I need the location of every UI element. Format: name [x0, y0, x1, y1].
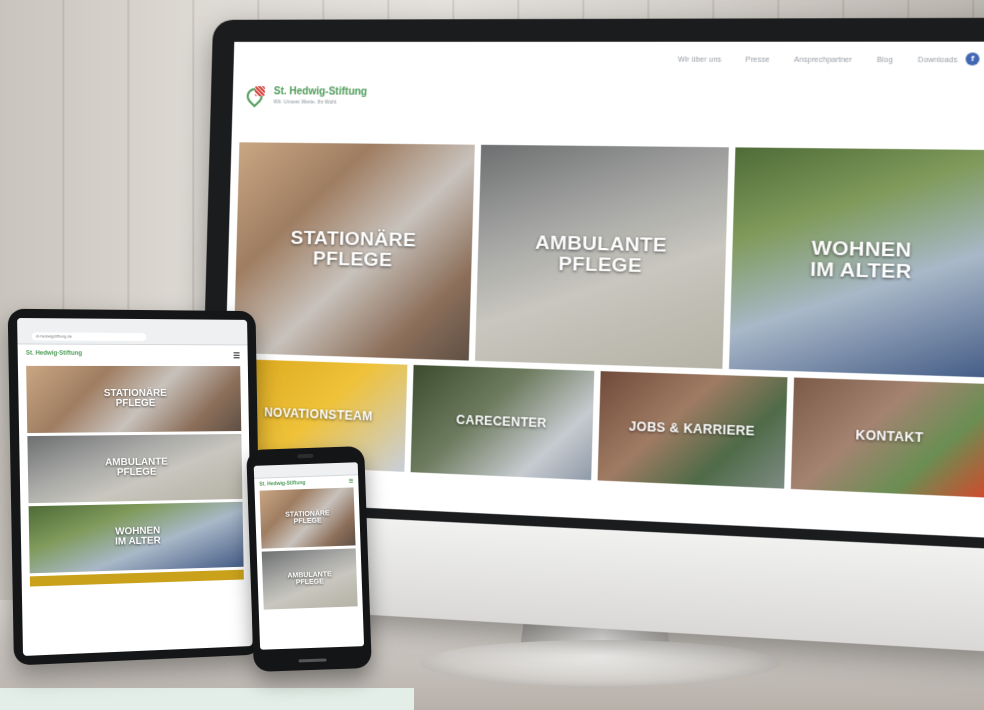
- tile-label: STATIONÄRE PFLEGE: [285, 509, 330, 526]
- main-tiles-row: STATIONÄRE PFLEGE AMBULANTE PFLEGE WOHNE…: [233, 142, 984, 378]
- site-logo[interactable]: St. Hedwig-Stiftung Wir. Unsere Werte. I…: [243, 84, 368, 108]
- hamburger-menu-icon[interactable]: ☰: [349, 478, 354, 484]
- tile-ambulante-pflege[interactable]: AMBULANTE PFLEGE: [475, 144, 729, 369]
- tablet-url-field[interactable]: st-hedwigstiftung.de: [31, 332, 147, 342]
- tile-label: CARECENTER: [455, 412, 547, 431]
- tile-label: STATIONÄRE PFLEGE: [290, 227, 417, 272]
- tile-wohnen-im-alter[interactable]: WOHNEN IM ALTER: [728, 147, 984, 378]
- tile-stationaere-pflege[interactable]: STATIONÄRE PFLEGE: [233, 142, 475, 361]
- tile-label: AMBULANTE PFLEGE: [287, 570, 332, 587]
- phone-speaker: [297, 453, 314, 459]
- phone-tile-stationaere-pflege[interactable]: STATIONÄRE PFLEGE: [259, 487, 356, 549]
- desk-paper: [0, 688, 414, 710]
- tablet-tile-stationaere-pflege[interactable]: STATIONÄRE PFLEGE: [26, 365, 242, 434]
- nav-item-blog[interactable]: Blog: [877, 57, 893, 65]
- facebook-icon[interactable]: f: [965, 52, 980, 66]
- heart-logo-icon: [243, 84, 269, 108]
- tablet-device: st-hedwigstiftung.de St. Hedwig-Stiftung…: [7, 308, 262, 666]
- phone-tile-ambulante-pflege[interactable]: AMBULANTE PFLEGE: [261, 548, 358, 610]
- logo-name: St. Hedwig-Stiftung: [273, 86, 368, 98]
- phone-browser-bar: [253, 462, 359, 479]
- tile-label: NOVATIONSTEAM: [263, 405, 373, 424]
- tile-label: AMBULANTE PFLEGE: [104, 456, 168, 479]
- tile-label: AMBULANTE PFLEGE: [534, 232, 668, 278]
- phone-screen: St. Hedwig-Stiftung ☰ STATIONÄRE PFLEGE …: [253, 462, 365, 650]
- tile-jobs-karriere[interactable]: JOBS & KARRIERE: [597, 371, 788, 489]
- nav-item-press[interactable]: Presse: [745, 57, 769, 64]
- monitor-stand-base: [420, 640, 780, 686]
- tile-carecenter[interactable]: CARECENTER: [410, 364, 594, 481]
- phone-header: St. Hedwig-Stiftung ☰: [259, 478, 353, 487]
- tile-label: STATIONÄRE PFLEGE: [103, 387, 167, 410]
- tile-label: KONTAKT: [855, 427, 924, 446]
- nav-item-downloads[interactable]: Downloads: [918, 57, 958, 65]
- phone-logo[interactable]: St. Hedwig-Stiftung: [259, 480, 305, 488]
- tablet-tile-wohnen-im-alter[interactable]: WOHNEN IM ALTER: [28, 501, 244, 574]
- phone-home-bar: [298, 658, 327, 663]
- tablet-screen: st-hedwigstiftung.de St. Hedwig-Stiftung…: [17, 317, 253, 656]
- social-links: f ◎: [965, 52, 984, 66]
- tile-label: WOHNEN IM ALTER: [809, 237, 913, 284]
- tablet-logo[interactable]: St. Hedwig-Stiftung: [26, 351, 82, 360]
- tablet-browser-bar: st-hedwigstiftung.de: [17, 317, 248, 346]
- tile-label: JOBS & KARRIERE: [628, 419, 755, 439]
- tile-label: WOHNEN IM ALTER: [114, 524, 161, 548]
- tile-kontakt[interactable]: KONTAKT: [791, 377, 984, 498]
- tablet-tile-ambulante-pflege[interactable]: AMBULANTE PFLEGE: [27, 433, 243, 504]
- top-navigation: Wir über uns Presse Ansprechpartner Blog…: [678, 56, 958, 64]
- nav-item-about[interactable]: Wir über uns: [678, 56, 722, 63]
- logo-tagline: Wir. Unsere Werte. Ihr Wohl.: [273, 99, 338, 106]
- tablet-header: St. Hedwig-Stiftung ☰: [26, 351, 240, 361]
- smartphone-device: St. Hedwig-Stiftung ☰ STATIONÄRE PFLEGE …: [246, 446, 372, 672]
- nav-item-contacts[interactable]: Ansprechpartner: [794, 57, 852, 65]
- hamburger-menu-icon[interactable]: ☰: [233, 351, 240, 360]
